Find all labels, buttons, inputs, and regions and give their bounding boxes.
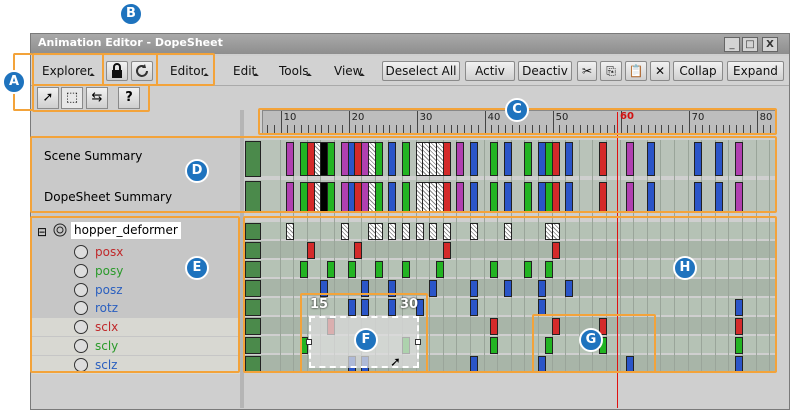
annotation-box-b: [102, 53, 158, 86]
annotation-box-tools: [32, 84, 150, 112]
callout-a: A: [2, 70, 26, 94]
annotation-box-e: [30, 216, 240, 373]
callout-f: F: [354, 328, 378, 352]
callout-h: H: [673, 256, 697, 280]
callout-e: E: [185, 256, 209, 280]
annotation-box-d: [30, 136, 777, 213]
callout-c: C: [505, 98, 529, 122]
callout-g: G: [579, 328, 603, 352]
callout-b: B: [119, 2, 143, 26]
callout-d: D: [185, 159, 209, 183]
